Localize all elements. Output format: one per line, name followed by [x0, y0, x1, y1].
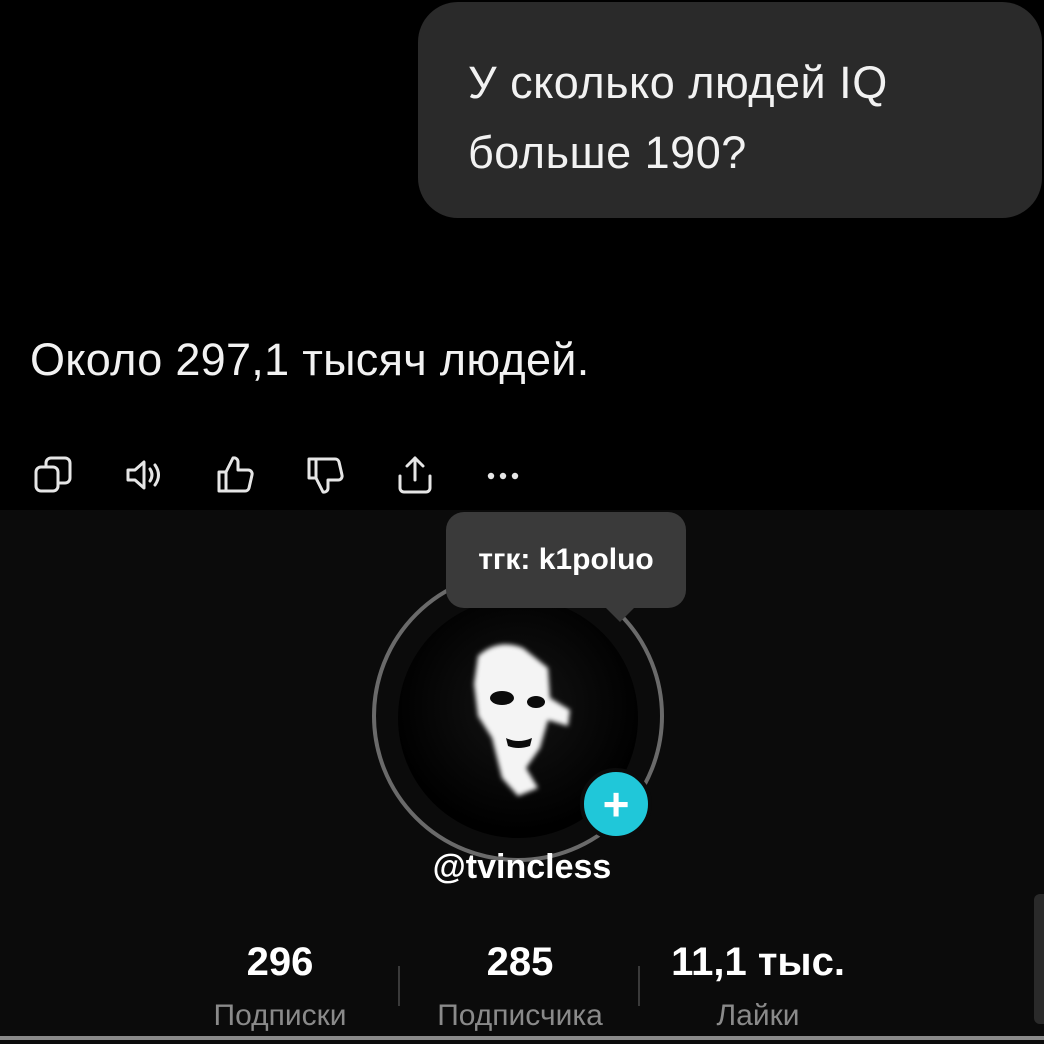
stat-label: Подписки [213, 999, 347, 1032]
speaker-icon [126, 460, 160, 490]
assistant-answer: Около 297,1 тысяч людей. [30, 334, 590, 385]
stat-following[interactable]: 296 Подписки [170, 940, 390, 1033]
like-button[interactable] [212, 452, 258, 498]
user-message-line-2: больше 190? [468, 127, 747, 178]
dislike-button[interactable] [302, 452, 348, 498]
edge-handle [1034, 894, 1044, 1024]
stat-value: 296 [246, 940, 314, 984]
stat-label: Лайки [716, 999, 800, 1032]
chat-panel: У сколько людей IQ больше 190? Около 297… [0, 0, 1044, 510]
share-icon [398, 456, 432, 494]
thumbs-up-icon [217, 456, 254, 493]
username[interactable]: @tvincless [0, 848, 1044, 887]
tooltip-tail [604, 606, 636, 622]
user-message-line-1: У сколько людей IQ [468, 57, 888, 108]
stat-label: Подписчика [437, 999, 603, 1032]
copy-button[interactable] [30, 452, 76, 498]
stat-value: 11,1 тыс. [671, 940, 845, 984]
share-button[interactable] [392, 452, 438, 498]
stat-likes[interactable]: 11,1 тыс. Лайки [648, 940, 868, 1033]
more-icon [487, 472, 519, 480]
copy-icon [34, 456, 72, 493]
user-message-bubble: У сколько людей IQ больше 190? [418, 2, 1042, 218]
profile-tooltip: тгк: k1poluo [446, 512, 686, 608]
follow-plus-button[interactable]: + [580, 768, 652, 840]
bottom-divider [0, 1036, 1044, 1040]
stat-followers[interactable]: 285 Подписчика [410, 940, 630, 1033]
profile-panel: + тгк: k1poluo @tvincless 296 Подписки 2… [0, 510, 1044, 1044]
stat-divider [638, 966, 640, 1006]
read-aloud-button[interactable] [122, 452, 168, 498]
stat-divider [398, 966, 400, 1006]
more-button[interactable] [480, 452, 526, 498]
stat-value: 285 [486, 940, 554, 984]
thumbs-down-icon [307, 457, 344, 494]
